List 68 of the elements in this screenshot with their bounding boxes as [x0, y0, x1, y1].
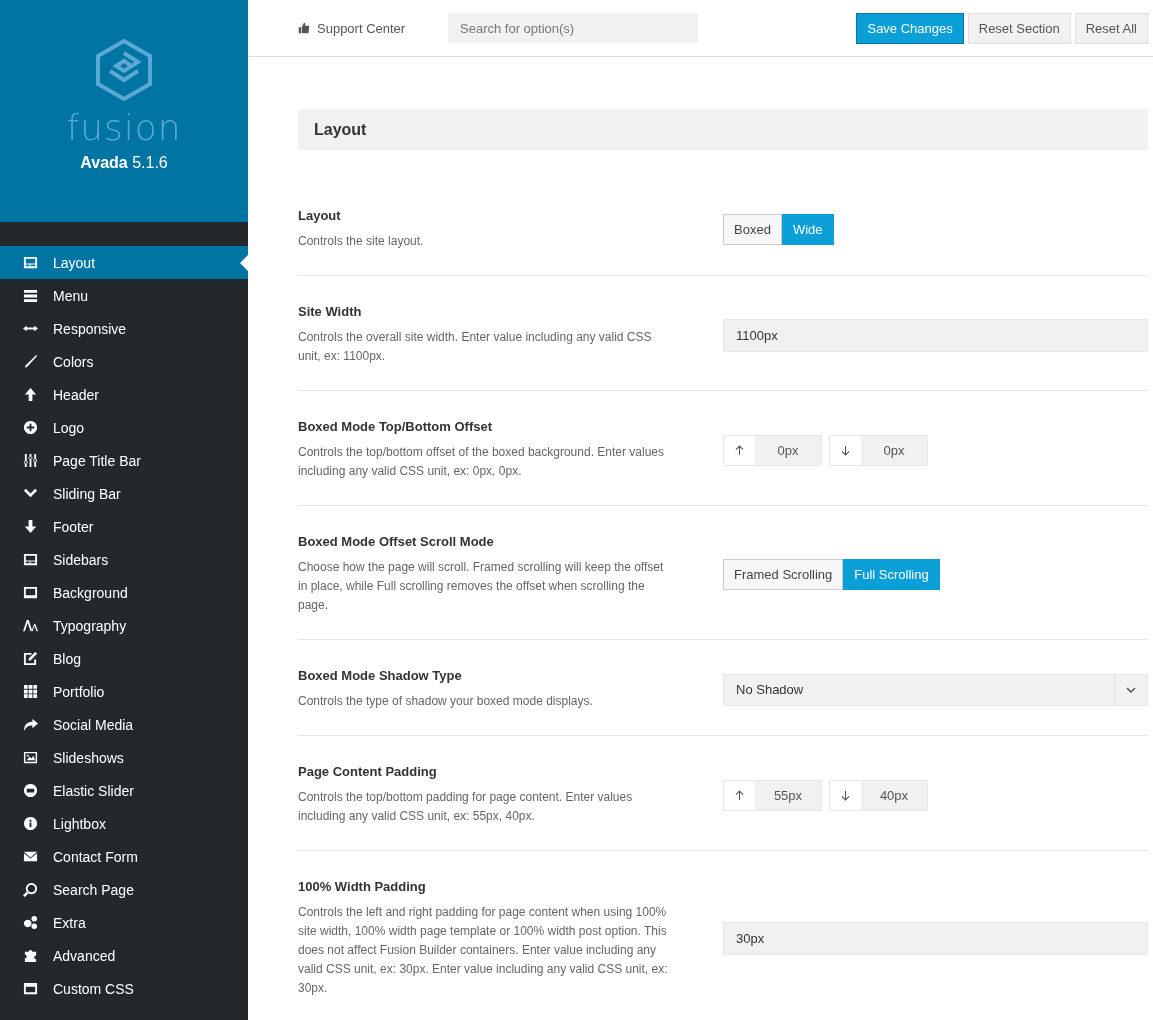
- sidebar-item[interactable]: Custom CSS: [0, 972, 248, 1005]
- layout-icon: [23, 255, 38, 270]
- sliders-icon: [23, 453, 38, 468]
- sidebar-item[interactable]: Advanced: [0, 939, 248, 972]
- section-title: Layout: [298, 109, 1148, 150]
- chevron-down-icon: [1126, 686, 1136, 693]
- reset-button[interactable]: Reset Section: [967, 12, 1071, 44]
- reset-button[interactable]: Reset All: [1074, 12, 1148, 44]
- toggle-option[interactable]: Boxed: [723, 214, 782, 245]
- search-icon: [23, 882, 38, 897]
- sidebar-item[interactable]: Blog: [0, 642, 248, 675]
- support-center-link[interactable]: Support Center: [298, 20, 448, 36]
- logo-icon: [94, 38, 154, 102]
- info-icon: [23, 816, 38, 831]
- up-arrow-icon: [23, 387, 38, 402]
- option-title: Boxed Mode Top/Bottom Offset: [298, 419, 494, 434]
- share-arrow-icon: [23, 717, 38, 732]
- menu-icon: [23, 288, 38, 303]
- down-arrow-icon: [23, 519, 38, 534]
- option-description: Controls the overall site width. Enter value including any valid CSS unit, ex: 1100px.: [298, 329, 653, 365]
- sidebar-item[interactable]: Sliding Bar: [0, 477, 248, 510]
- sidebar-item[interactable]: Background: [0, 576, 248, 609]
- logo-text: fusion: [66, 108, 182, 148]
- sidebar-item[interactable]: Contact Form: [0, 840, 248, 873]
- image-icon: [23, 750, 38, 765]
- shadow-type-dropdown[interactable]: No Shadow: [723, 673, 1148, 706]
- sidebar-item[interactable]: Footer: [0, 510, 248, 543]
- sidebar-item[interactable]: Sidebars: [0, 543, 248, 576]
- sidebar-item[interactable]: Typography: [0, 609, 248, 642]
- grid-icon: [23, 684, 38, 699]
- option-description: Controls the top/bottom offset of the boxed background. Enter values including any valid CSS unit, ex: 0px, 0px.: [298, 444, 665, 480]
- option-description: Controls the top/bottom padding for page content. Enter values including any valid CSS unit, ex: 55px, 40px.: [298, 789, 634, 825]
- option-title: 100% Width Padding: [298, 879, 427, 894]
- thumbs-up-icon: [298, 22, 310, 34]
- option-title: Boxed Mode Offset Scroll Mode: [298, 534, 495, 549]
- sidebar-item[interactable]: Lightbox: [0, 807, 248, 840]
- sidebar-item[interactable]: Header: [0, 378, 248, 411]
- envelope-icon: [23, 849, 38, 864]
- option-description: Choose how the page will scroll. Framed scrolling will keep the offset in place, while Full scrolling removes the offset when scrolling the page.: [298, 559, 665, 614]
- option-title: Boxed Mode Shadow Type: [298, 668, 463, 683]
- puzzle-icon: [23, 948, 38, 963]
- sidebar-item[interactable]: Elastic Slider: [0, 774, 248, 807]
- sidebar-item[interactable]: Page Title Bar: [0, 444, 248, 477]
- text-field[interactable]: 30px: [723, 922, 1148, 955]
- option-title: Layout: [298, 208, 342, 223]
- brush-icon: [23, 354, 38, 369]
- sidebar-item[interactable]: Social Media: [0, 708, 248, 741]
- product-version: Avada 5.1.6: [80, 154, 168, 172]
- sidebar-item[interactable]: Layout: [0, 246, 248, 279]
- sidebar-item[interactable]: Responsive: [0, 312, 248, 345]
- sidebar-item[interactable]: Menu: [0, 279, 248, 312]
- layout-icon: [23, 552, 38, 567]
- sidebar-item[interactable]: Search Page: [0, 873, 248, 906]
- toggle-option[interactable]: Framed Scrolling: [723, 559, 844, 590]
- option-description: Controls the type of shadow your boxed mode displays.: [298, 693, 594, 710]
- option-description: Controls the left and right padding for page content when using 100% site width, 100% width page template or 100% width post option. This does not affect Fusion Builder containers. Enter value including any valid CSS unit, ex: 30px. Enter value including any valid CSS unit, ex: 30px.: [298, 904, 669, 997]
- sidebar-item[interactable]: Slideshows: [0, 741, 248, 774]
- edit-icon: [23, 651, 38, 666]
- option-title: Site Width: [298, 304, 363, 319]
- sidebar-item[interactable]: Logo: [0, 411, 248, 444]
- sidebar-item[interactable]: Extra: [0, 906, 248, 939]
- text-field[interactable]: 1100px: [723, 318, 1148, 352]
- frame-icon: [23, 585, 38, 600]
- sidebar-item[interactable]: Portfolio: [0, 675, 248, 708]
- option-description: Controls the site layout.: [298, 233, 425, 250]
- option-title: Page Content Padding: [298, 764, 438, 779]
- search-field[interactable]: Search for option(s): [448, 13, 698, 43]
- sidebar-item[interactable]: Colors: [0, 345, 248, 378]
